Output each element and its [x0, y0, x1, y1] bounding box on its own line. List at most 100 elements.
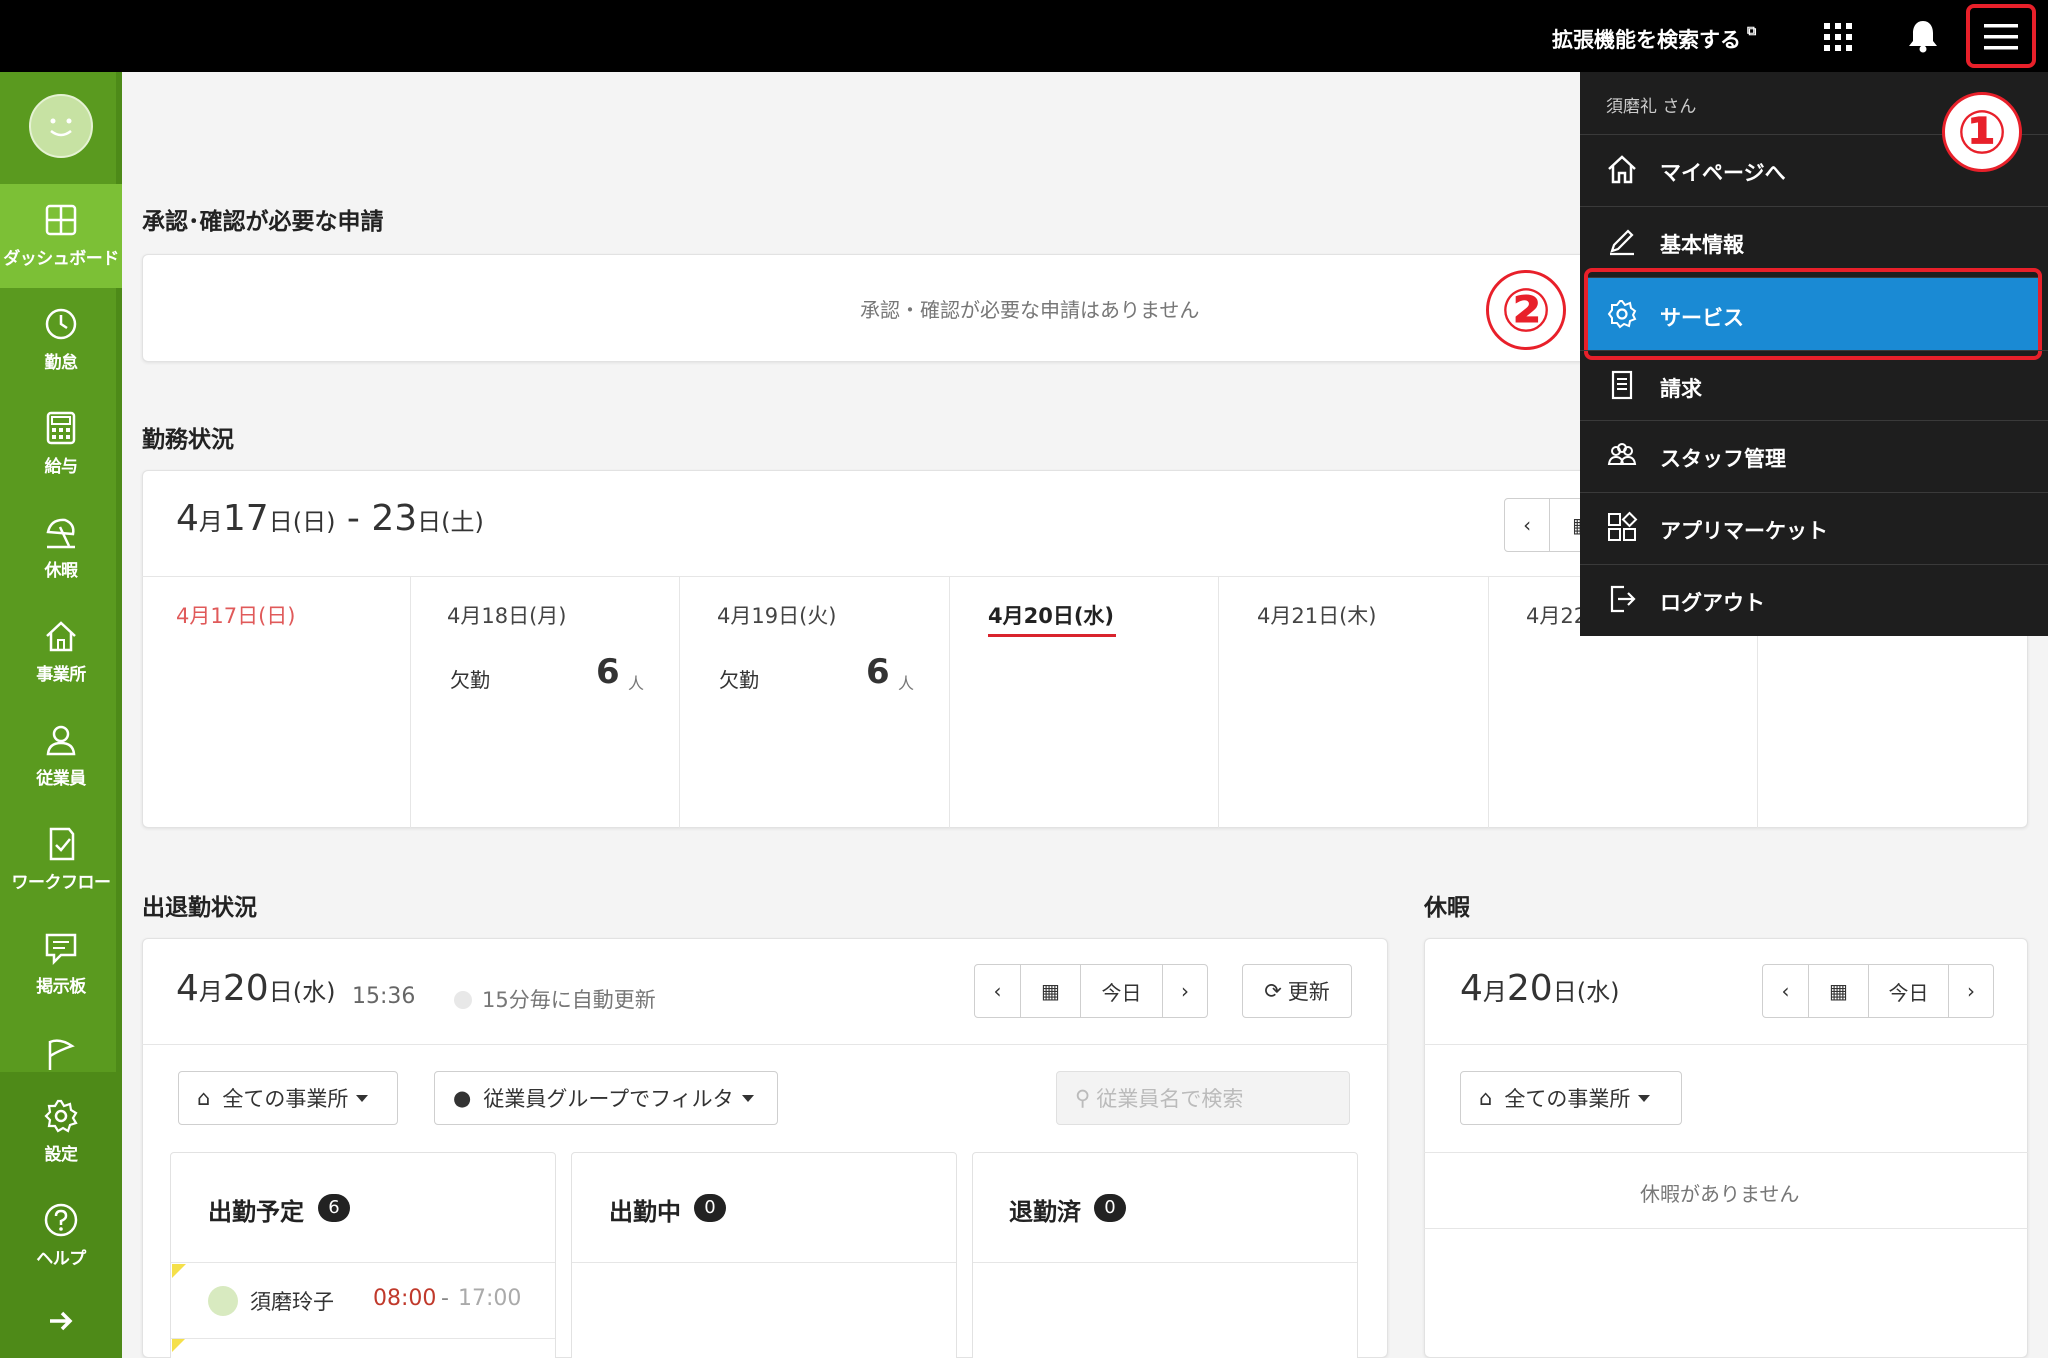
vacation-date-nav: ‹ ▦ 今日 ›	[1762, 964, 1994, 1018]
count-badge: 0	[1094, 1194, 1126, 1222]
calculator-icon	[46, 411, 76, 445]
refresh-button[interactable]: ⟳ 更新	[1242, 964, 1352, 1018]
next-day-button[interactable]: ›	[1949, 965, 1993, 1017]
arrow-right-icon[interactable]	[46, 1306, 76, 1336]
day-label: 4月22	[1526, 604, 1588, 628]
pencil-icon	[1610, 229, 1634, 256]
sidebar-label: ワークフロー	[11, 873, 112, 893]
annotation-frame	[1584, 268, 2042, 360]
sidebar-item-dashboard[interactable]: ダッシュボード	[0, 184, 122, 288]
group-filter-dropdown[interactable]: ● 従業員グループでフィルタ	[434, 1071, 778, 1125]
count-badge: 0	[694, 1194, 726, 1222]
menu-item-label: マイページへ	[1660, 161, 1786, 185]
sidebar-label: 給与	[44, 457, 79, 477]
attendance-title: 出退勤状況	[142, 895, 257, 921]
column-divider	[171, 1262, 555, 1263]
calendar-icon[interactable]: ▦	[1021, 965, 1081, 1017]
absent-count[interactable]: 6	[596, 652, 620, 692]
sidebar-label: 休暇	[44, 561, 79, 581]
sidebar-item-board[interactable]: 掲示板	[0, 912, 122, 1016]
menu-item-basic-info[interactable]: 基本情報	[1580, 206, 2048, 276]
apps-grid-icon[interactable]	[1822, 22, 1854, 52]
menu-item-label: 基本情報	[1660, 233, 1744, 257]
sidebar-item-settings[interactable]: 設定	[0, 1084, 122, 1188]
prev-day-button[interactable]: ‹	[1763, 965, 1809, 1017]
menu-item-label: 請求	[1660, 377, 1702, 401]
employee-search-input[interactable]: ⚲ 従業員名で検索	[1056, 1071, 1350, 1125]
absent-unit: 人	[628, 674, 645, 693]
spinner-icon	[454, 991, 472, 1009]
flag-marker	[172, 1264, 186, 1278]
sidebar-item-attendance[interactable]: 勤怠	[0, 288, 122, 392]
sidebar-item-workflow[interactable]: ワークフロー	[0, 808, 122, 912]
sidebar-item-help[interactable]: ヘルプ	[0, 1188, 122, 1292]
sidebar-item-employees[interactable]: 従業員	[0, 704, 122, 808]
vacation-divider	[1424, 1152, 2028, 1153]
column-title: 出勤中	[609, 1198, 681, 1226]
flag-icon[interactable]	[44, 1038, 78, 1072]
column-title: 退勤済	[1009, 1198, 1081, 1226]
extension-search-link[interactable]: 拡張機能を検索する ⧉	[1552, 24, 1756, 54]
auto-refresh-note: 15分毎に自動更新	[454, 984, 656, 1014]
flag-marker	[172, 1338, 186, 1352]
board-icon	[45, 933, 77, 966]
vacation-date: 4月20日(水)	[1460, 968, 1620, 1009]
menu-item-app-market[interactable]: アプリマーケット	[1580, 492, 2048, 562]
top-bar: 拡張機能を検索する ⧉	[0, 0, 2048, 72]
sidebar-label: ヘルプ	[36, 1249, 86, 1269]
office-icon	[46, 621, 76, 652]
day-label: 4月17日(日)	[176, 604, 296, 628]
avatar[interactable]	[29, 94, 93, 158]
sidebar-item-payroll[interactable]: 給与	[0, 392, 122, 496]
count-badge: 6	[318, 1194, 350, 1222]
employee-name[interactable]: 須磨玲子	[250, 1286, 334, 1316]
today-button[interactable]: 今日	[1869, 965, 1949, 1017]
prev-day-button[interactable]: ‹	[975, 965, 1021, 1017]
menu-item-label: スタッフ管理	[1660, 447, 1786, 471]
workflow-icon	[49, 827, 75, 861]
shift-separator: -	[441, 1286, 449, 1311]
external-link-icon: ⧉	[1747, 24, 1757, 39]
menu-user-name: 須磨礼 さん	[1606, 97, 1697, 117]
calendar-icon[interactable]: ▦	[1809, 965, 1869, 1017]
absent-count[interactable]: 6	[866, 652, 890, 692]
row-divider	[171, 1338, 555, 1339]
callout-step-1: ①	[1942, 92, 2022, 172]
vacation-office-filter[interactable]: ⌂ 全ての事業所	[1460, 1071, 1682, 1125]
scheduled-column	[170, 1152, 556, 1358]
sidebar-label: 勤怠	[44, 353, 79, 373]
parasol-icon	[46, 518, 75, 549]
menu-item-staff[interactable]: スタッフ管理	[1580, 420, 2048, 490]
absent-label: 欠勤	[450, 668, 490, 692]
refresh-icon: ⟳	[1264, 979, 1282, 1003]
attendance-time: 15:36	[352, 984, 416, 1009]
sidebar-item-vacation[interactable]: 休暇	[0, 496, 122, 600]
hamburger-menu-button[interactable]	[1966, 4, 2036, 68]
menu-item-billing[interactable]: 請求	[1580, 350, 2048, 420]
menu-item-logout[interactable]: ログアウト	[1580, 564, 2048, 636]
home-icon: ⌂	[1479, 1086, 1493, 1110]
document-icon	[1611, 370, 1633, 400]
bell-icon[interactable]	[1906, 18, 1940, 54]
today-button[interactable]: 今日	[1081, 965, 1163, 1017]
extension-search-label: 拡張機能を検索する	[1552, 28, 1741, 52]
apps-market-icon	[1608, 511, 1638, 541]
day-label: 4月18日(月)	[447, 604, 567, 628]
caret-down-icon	[741, 1094, 754, 1102]
sidebar-label: 事業所	[36, 665, 86, 685]
column-title: 出勤予定	[208, 1198, 304, 1226]
next-day-button[interactable]: ›	[1163, 965, 1207, 1017]
caret-down-icon	[1638, 1094, 1651, 1102]
shift-start: 08:00	[373, 1286, 437, 1311]
office-filter-dropdown[interactable]: ⌂ 全ての事業所	[178, 1071, 398, 1125]
sidebar-item-office[interactable]: 事業所	[0, 600, 122, 704]
prev-week-button[interactable]: ‹	[1505, 499, 1551, 551]
vacation-divider	[1424, 1044, 2028, 1045]
approvals-empty-message: 承認・確認が必要な申請はありません	[860, 298, 1200, 322]
search-icon: ⚲	[1075, 1086, 1091, 1110]
help-icon	[44, 1203, 78, 1237]
sidebar-label: 掲示板	[36, 977, 86, 997]
working-column	[571, 1152, 957, 1358]
caret-down-icon	[356, 1094, 369, 1102]
column-divider	[572, 1262, 956, 1263]
